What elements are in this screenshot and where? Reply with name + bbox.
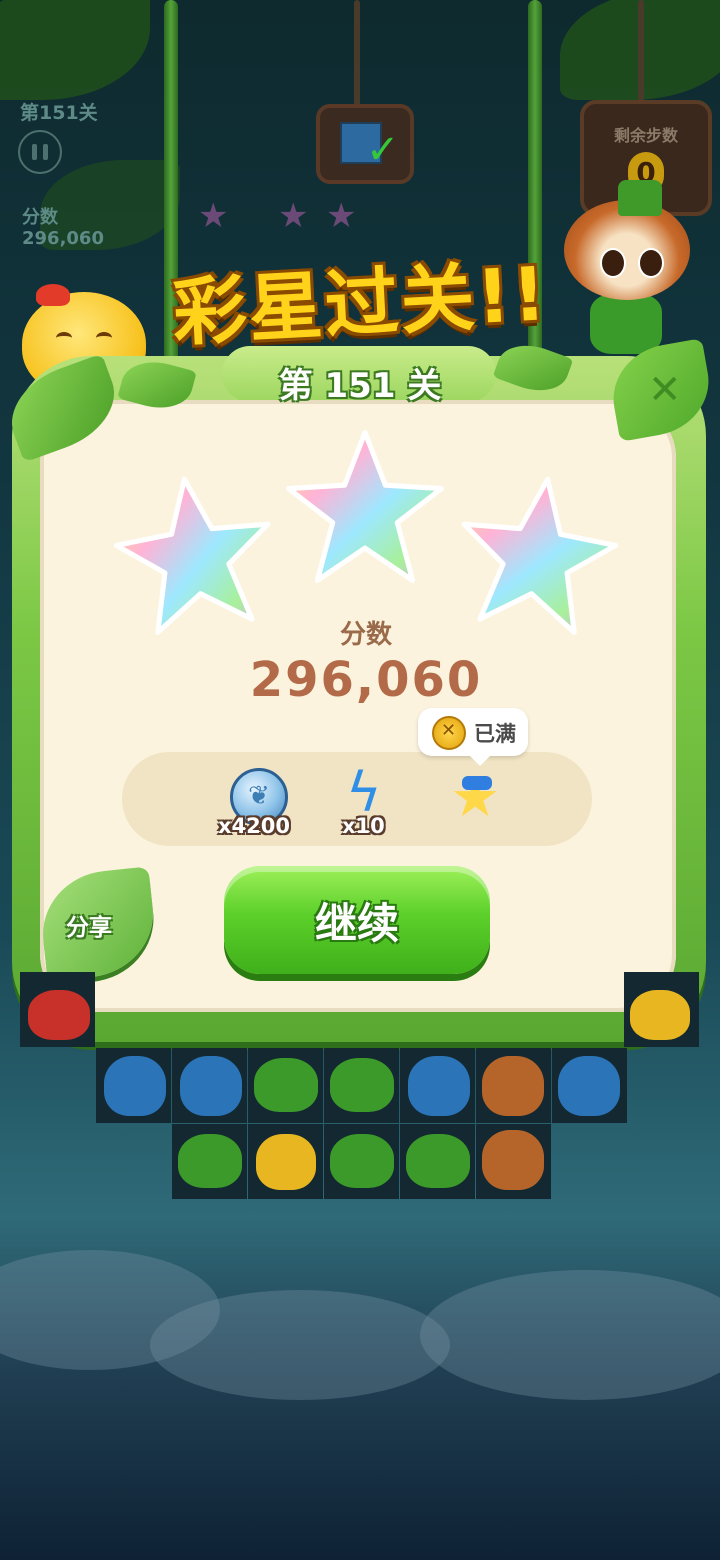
hud-level-label: 第151关 xyxy=(20,102,98,124)
frog-piece[interactable] xyxy=(330,1134,394,1188)
dialog-level-label: 第 151 关 xyxy=(278,366,442,406)
score-value: 296,060 xyxy=(249,652,483,708)
share-label[interactable]: 分享 xyxy=(66,908,112,942)
full-tooltip: ✕ 已满 xyxy=(418,708,528,766)
tooltip-text: 已满 xyxy=(474,722,516,746)
moves-label: 剩余步数 xyxy=(613,126,678,145)
hippo-piece[interactable] xyxy=(408,1056,470,1116)
rating-star-2 xyxy=(285,429,445,583)
pause-icon xyxy=(32,144,37,160)
hud-score-value: 296,060 xyxy=(22,228,104,249)
progress-star-icon: ★ xyxy=(198,196,229,236)
vine-right-rope xyxy=(638,0,644,104)
frog-piece[interactable] xyxy=(330,1058,394,1112)
chick-piece[interactable] xyxy=(630,990,690,1040)
continue-label[interactable]: 继续 xyxy=(224,890,490,951)
progress-star-icon: ★ xyxy=(326,196,357,236)
continue-button[interactable]: 继续 xyxy=(224,866,490,974)
lightning-icon: ϟ xyxy=(346,761,382,824)
close-icon[interactable]: ✕ xyxy=(648,370,682,410)
progress-star-icon: ★ xyxy=(278,196,309,236)
checkmark-icon: ✓ xyxy=(366,127,400,173)
frog-piece[interactable] xyxy=(406,1134,470,1188)
pause-button[interactable] xyxy=(18,130,62,174)
bear-piece[interactable] xyxy=(482,1130,544,1190)
frog-piece[interactable] xyxy=(178,1134,242,1188)
bear-piece[interactable] xyxy=(482,1056,544,1116)
score-label: 分数 xyxy=(339,620,392,650)
fox-piece[interactable] xyxy=(28,990,90,1040)
hippo-piece[interactable] xyxy=(180,1056,242,1116)
reward-count-lightning: x10 xyxy=(342,814,385,838)
hippo-piece[interactable] xyxy=(104,1056,166,1116)
vine-center xyxy=(354,0,360,106)
hippo-piece[interactable] xyxy=(558,1056,620,1116)
bow-icon xyxy=(462,776,492,790)
goal-sign: ✓ xyxy=(316,104,414,184)
gold-coin-icon: ✕ xyxy=(432,716,466,750)
frog-piece[interactable] xyxy=(254,1058,318,1112)
chick-piece[interactable] xyxy=(256,1134,316,1190)
hud-score-label: 分数 xyxy=(22,207,58,228)
reward-count-coins: x4200 xyxy=(218,814,290,838)
